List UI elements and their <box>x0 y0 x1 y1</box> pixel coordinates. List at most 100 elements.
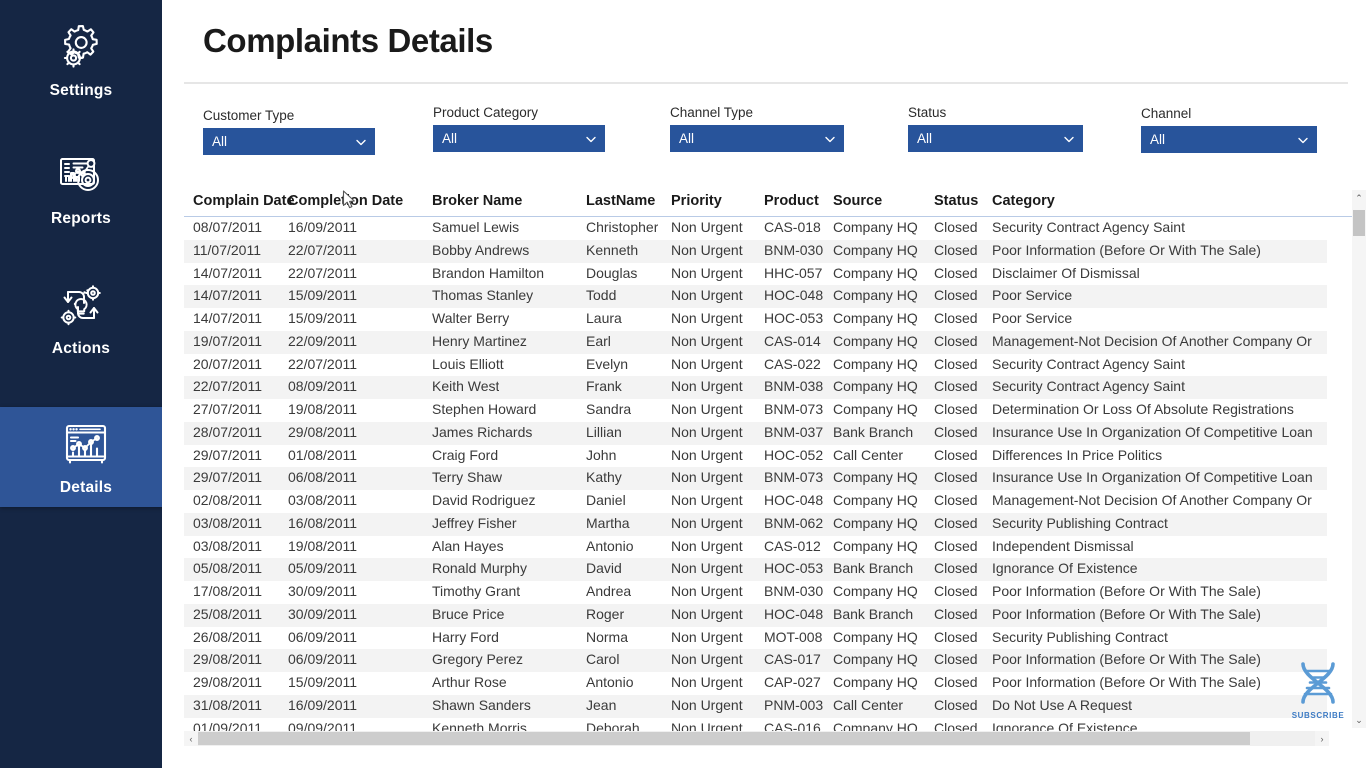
cell-category: Insurance Use In Organization Of Competi… <box>992 469 1313 486</box>
cell-completion-date: 30/09/2011 <box>288 583 358 599</box>
horizontal-scroll-thumb[interactable] <box>198 732 1250 745</box>
cell-completion-date: 06/09/2011 <box>288 628 358 645</box>
sidebar-item-actions[interactable]: Actions <box>0 268 162 368</box>
table-row[interactable]: 22/07/2011 08/09/2011 Keith West Frank Non U… <box>184 376 1327 399</box>
table-row[interactable]: 29/08/2011 06/09/2011 Gregory Perez Carol No… <box>184 649 1327 672</box>
cell-completion-date: 19/08/2011 <box>288 401 358 417</box>
cell-broker-name: Terry Shaw <box>432 469 503 486</box>
cell-lastname: Earl <box>586 332 611 349</box>
table-row[interactable]: 17/08/2011 30/09/2011 Timothy Grant Andrea N… <box>184 581 1327 604</box>
cell-source: Company HQ <box>833 241 918 258</box>
cell-completion-date: 06/09/2011 <box>288 651 358 668</box>
sidebar-item-reports[interactable]: Reports <box>0 138 162 238</box>
column-header-product[interactable]: Product <box>764 193 819 209</box>
table-row[interactable]: 03/08/2011 16/08/2011 Jeffrey Fisher Martha… <box>184 512 1327 536</box>
table-row[interactable]: 11/07/2011 22/07/2011 Bobby Andrews Kenneth… <box>184 239 1327 263</box>
table-row[interactable]: 29/08/2011 15/09/2011 Arthur Rose Antonio No… <box>184 672 1327 695</box>
column-header-source[interactable]: Source <box>833 193 882 209</box>
cell-source: Bank Branch <box>833 605 914 622</box>
table-row[interactable]: 29/07/2011 01/08/2011 Craig Ford John Non Ur… <box>184 444 1327 468</box>
table-row[interactable]: 14/07/2011 15/09/2011 Walter Berry Laura Non… <box>184 308 1327 331</box>
sidebar-item-settings[interactable]: Settings <box>0 10 162 110</box>
cell-source: Company HQ <box>833 469 918 486</box>
cell-completion-date: 08/09/2011 <box>288 378 358 395</box>
column-header-category[interactable]: Category <box>992 193 1324 209</box>
filter-dropdown-product-category[interactable]: All <box>433 125 605 152</box>
cell-completion-date: 05/09/2011 <box>288 560 358 577</box>
cell-category: Determination Or Loss Of Absolute Regist… <box>992 401 1294 417</box>
table-row[interactable]: 05/08/2011 05/09/2011 Ronald Murphy David No… <box>184 558 1327 581</box>
column-header-broker-name[interactable]: Broker Name <box>432 193 522 209</box>
vertical-scrollbar[interactable]: ⌃ ⌄ <box>1352 190 1366 728</box>
table-row[interactable]: 19/07/2011 22/09/2011 Henry Martinez Earl No… <box>184 330 1327 354</box>
title-divider <box>184 82 1348 84</box>
table-row[interactable]: 14/07/2011 15/09/2011 Thomas Stanley Todd No… <box>184 285 1327 308</box>
table-row[interactable]: 31/08/2011 16/09/2011 Shawn Sanders Jean Non… <box>184 694 1327 718</box>
filter-dropdown-customer-type[interactable]: All <box>203 128 375 155</box>
filter-dropdown-channel[interactable]: All <box>1141 126 1317 153</box>
cell-category: Security Contract Agency Saint <box>992 355 1185 372</box>
cell-priority: Non Urgent <box>671 423 743 440</box>
cell-broker-name: Walter Berry <box>432 310 510 326</box>
cell-complain-date: 14/07/2011 <box>193 287 263 304</box>
vertical-scroll-thumb[interactable] <box>1353 210 1365 236</box>
mouse-cursor <box>342 190 356 210</box>
cell-lastname: David <box>586 560 622 577</box>
cell-status: Closed <box>934 537 978 554</box>
cell-complain-date: 19/07/2011 <box>193 332 263 349</box>
cell-completion-date: 29/08/2011 <box>288 423 358 440</box>
scroll-up-icon[interactable]: ⌃ <box>1352 190 1366 206</box>
sidebar-item-details[interactable]: Details <box>0 407 172 507</box>
cell-priority: Non Urgent <box>671 310 743 326</box>
cell-broker-name: Alan Hayes <box>432 537 504 554</box>
cell-completion-date: 16/09/2011 <box>288 696 358 713</box>
table-row[interactable]: 02/08/2011 03/08/2011 David Rodriguez Danie… <box>184 490 1327 513</box>
cell-completion-date: 16/08/2011 <box>288 514 358 531</box>
column-header-complain-date[interactable]: Complain Date <box>193 193 295 209</box>
cell-source: Bank Branch <box>833 560 914 577</box>
table-row[interactable]: 25/08/2011 30/09/2011 Bruce Price Roger Non … <box>184 603 1327 627</box>
table-row[interactable]: 29/07/2011 06/08/2011 Terry Shaw Kathy Non U… <box>184 467 1327 490</box>
cell-priority: Non Urgent <box>671 628 743 645</box>
cell-broker-name: James Richards <box>432 423 533 440</box>
cell-product: MOT-008 <box>764 628 823 645</box>
cell-lastname: Evelyn <box>586 355 629 372</box>
cell-lastname: Norma <box>586 628 629 645</box>
filter-dropdown-channel-type[interactable]: All <box>670 125 844 152</box>
table-row[interactable]: 14/07/2011 22/07/2011 Brandon Hamilton Doug… <box>184 262 1327 286</box>
cell-priority: Non Urgent <box>671 401 743 417</box>
filter-label: Status <box>908 105 947 120</box>
cell-complain-date: 17/08/2011 <box>193 583 263 599</box>
table-row[interactable]: 27/07/2011 19/08/2011 Stephen Howard Sandra… <box>184 399 1327 422</box>
filter-dropdown-status[interactable]: All <box>908 125 1083 152</box>
cell-product: BNM-038 <box>764 378 824 395</box>
scroll-right-icon[interactable]: › <box>1315 731 1329 746</box>
column-header-status[interactable]: Status <box>934 193 978 209</box>
table-row[interactable]: 20/07/2011 22/07/2011 Louis Elliott Evelyn N… <box>184 353 1327 377</box>
table-row[interactable]: 03/08/2011 19/08/2011 Alan Hayes Antonio Non… <box>184 535 1327 559</box>
table-row[interactable]: 26/08/2011 06/09/2011 Harry Ford Norma Non U… <box>184 626 1327 650</box>
cell-source: Company HQ <box>833 287 918 304</box>
filter-value: All <box>917 131 933 146</box>
cell-priority: Non Urgent <box>671 560 743 577</box>
cell-source: Company HQ <box>833 492 918 508</box>
cell-priority: Non Urgent <box>671 651 743 668</box>
cell-category: Security Contract Agency Saint <box>992 219 1185 235</box>
column-header-priority[interactable]: Priority <box>671 193 722 209</box>
cell-status: Closed <box>934 492 978 508</box>
horizontal-scrollbar[interactable]: ‹ › <box>184 731 1329 746</box>
filter-label: Channel Type <box>670 105 754 120</box>
scroll-left-icon[interactable]: ‹ <box>184 731 198 746</box>
table-row[interactable]: 28/07/2011 29/08/2011 James Richards Lillia… <box>184 421 1327 445</box>
cell-status: Closed <box>934 401 978 417</box>
cell-product: BNM-030 <box>764 241 824 258</box>
cell-category: Ignorance Of Existence <box>992 560 1138 577</box>
cell-lastname: Antonio <box>586 674 634 690</box>
cell-category: Management-Not Decision Of Another Compa… <box>992 492 1312 508</box>
cell-product: HOC-052 <box>764 446 824 463</box>
cell-priority: Non Urgent <box>671 514 743 531</box>
cell-product: BNM-073 <box>764 469 824 486</box>
chevron-down-icon <box>1062 132 1076 146</box>
table-row[interactable]: 08/07/2011 16/09/2011 Samuel Lewis Christop… <box>184 217 1327 240</box>
column-header-lastname[interactable]: LastName <box>586 193 655 209</box>
